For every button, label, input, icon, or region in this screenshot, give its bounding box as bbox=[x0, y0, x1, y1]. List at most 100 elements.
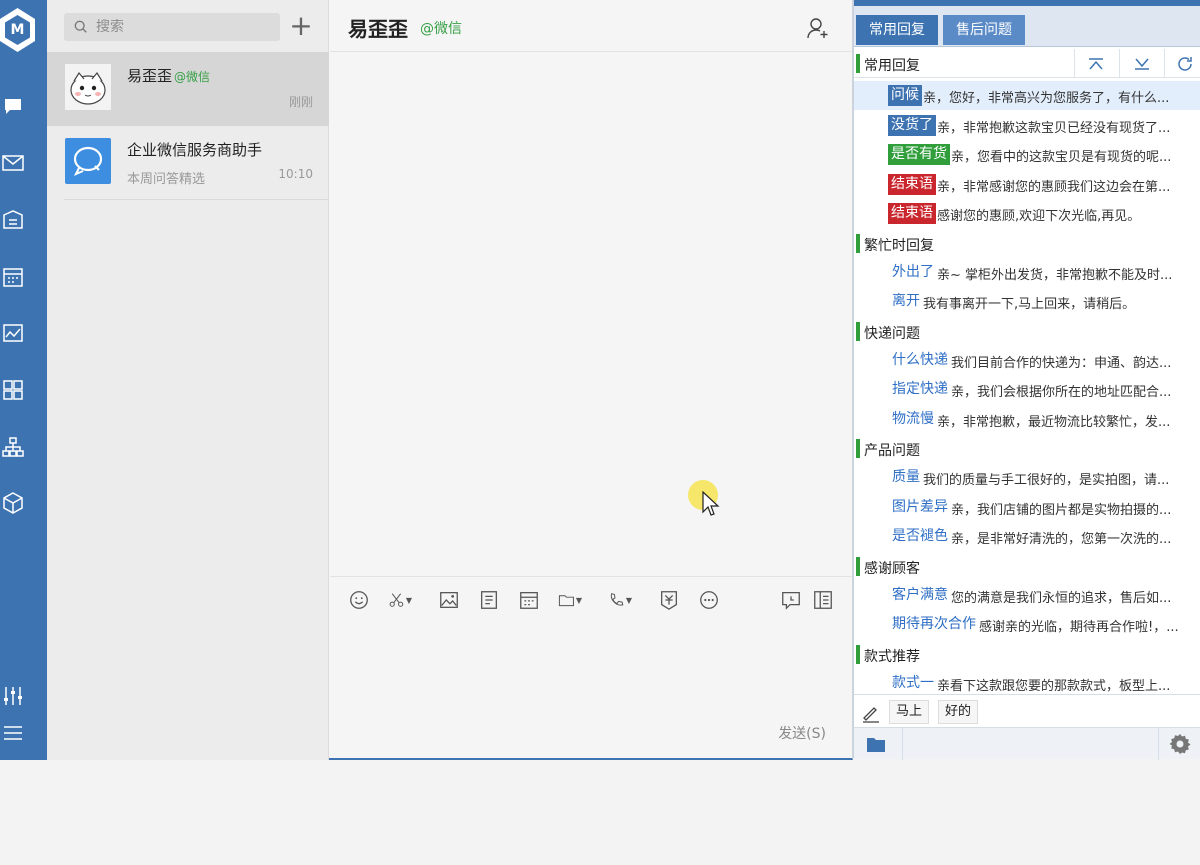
tab-after-sales[interactable]: 售后问题 bbox=[943, 15, 1025, 45]
reply-keyword: 款式一 bbox=[892, 674, 934, 691]
file-icon[interactable] bbox=[478, 588, 502, 612]
conversation-item[interactable]: 企业微信服务商助手 本周问答精选 10:10 bbox=[47, 126, 329, 200]
apps-icon[interactable] bbox=[0, 377, 25, 402]
mail-icon[interactable] bbox=[0, 150, 25, 175]
reply-keyword: 外出了 bbox=[892, 263, 934, 280]
reply-text: 亲，我们会根据你所在的地址匹配合... bbox=[951, 385, 1172, 400]
quick-reply-toolbar bbox=[854, 727, 1200, 760]
send-button[interactable]: 发送(S) bbox=[778, 723, 826, 743]
chat-header: 易歪歪 @微信 bbox=[330, 0, 852, 52]
conversation-time: 10:10 bbox=[278, 167, 313, 181]
image-icon[interactable] bbox=[438, 588, 462, 612]
group-marker bbox=[856, 54, 860, 73]
reply-item[interactable]: 物流慢 亲，非常抱歉，最近物流比较繁忙，发... bbox=[854, 405, 1200, 434]
reply-text: 亲，非常抱歉，最近物流比较繁忙，发... bbox=[937, 414, 1171, 430]
sliders-icon[interactable] bbox=[0, 683, 25, 708]
reply-item[interactable]: 是否有货 亲，您看中的这款宝贝是有现货的呢... bbox=[854, 140, 1200, 169]
cube-icon[interactable] bbox=[0, 490, 25, 515]
search-box[interactable] bbox=[64, 13, 280, 41]
group-label: 感谢顾客 bbox=[864, 560, 920, 577]
reply-group-header[interactable]: 常用回复 bbox=[854, 49, 1200, 78]
search-input[interactable] bbox=[96, 19, 256, 35]
message-history-icon[interactable] bbox=[780, 588, 804, 612]
chat-title-tag: @微信 bbox=[420, 21, 462, 37]
group-label: 款式推荐 bbox=[864, 648, 920, 665]
nav-rail: M bbox=[0, 0, 47, 760]
gear-icon[interactable] bbox=[1168, 732, 1192, 756]
report-icon[interactable] bbox=[0, 320, 25, 345]
app-window: M 搜索 + 易歪歪 @微信 刚刚 企业微信服务商助手 本周问答精选 10:10… bbox=[0, 0, 853, 760]
conversation-name: 企业微信服务商助手 bbox=[127, 141, 263, 159]
edit-icon[interactable] bbox=[861, 703, 881, 723]
chat-icon[interactable] bbox=[0, 93, 25, 118]
reply-text: 我们目前合作的快递为：申通、韵达... bbox=[951, 355, 1172, 371]
reply-keyword: 是否有货 bbox=[888, 144, 950, 165]
folder-icon[interactable]: ▼ bbox=[558, 588, 582, 612]
reply-group-header[interactable]: 繁忙时回复 bbox=[854, 229, 1200, 258]
avatar bbox=[65, 64, 111, 110]
quick-reply-header: 常用回复 售后问题 bbox=[854, 0, 1200, 47]
reply-keyword: 结束语 bbox=[888, 203, 936, 224]
reply-group-header[interactable]: 快递问题 bbox=[854, 317, 1200, 346]
reply-group-header[interactable]: 感谢顾客 bbox=[854, 552, 1200, 581]
reply-item[interactable]: 结束语 感谢您的惠顾,欢迎下次光临,再见。 bbox=[854, 199, 1200, 228]
reply-group-header[interactable]: 款式推荐 bbox=[854, 640, 1200, 669]
calendar-icon[interactable] bbox=[0, 264, 25, 289]
red-packet-icon[interactable] bbox=[658, 588, 682, 612]
reply-keyword: 问候 bbox=[888, 85, 922, 106]
reply-text: 您的满意是我们永恒的追求，售后如... bbox=[951, 590, 1172, 606]
reply-item[interactable]: 质量 我们的质量与手工很好的，是实拍图，请... bbox=[854, 463, 1200, 492]
app-logo: M bbox=[0, 8, 35, 52]
reply-text: 感谢您的惠顾,欢迎下次光临,再见。 bbox=[937, 209, 1141, 224]
quick-phrase-button[interactable]: 好的 bbox=[938, 700, 979, 724]
add-conversation-button[interactable]: + bbox=[287, 12, 315, 41]
reply-item[interactable]: 指定快递 亲，我们会根据你所在的地址匹配合... bbox=[854, 375, 1200, 404]
reply-item[interactable]: 图片差异 亲，我们店铺的图片都是实物拍摄的... bbox=[854, 493, 1200, 522]
phone-icon[interactable]: ▼ bbox=[608, 588, 632, 612]
quick-phrase-button[interactable]: 马上 bbox=[889, 700, 930, 724]
refresh-icon[interactable] bbox=[1174, 53, 1196, 75]
menu-icon[interactable] bbox=[0, 720, 25, 745]
reply-text: 亲，非常抱歉这款宝贝已经没有现货了... bbox=[937, 120, 1171, 136]
reply-keyword: 是否褪色 bbox=[892, 528, 948, 544]
sidebar-toggle-icon[interactable] bbox=[812, 588, 836, 612]
add-member-icon[interactable] bbox=[806, 16, 830, 40]
document-icon[interactable] bbox=[0, 207, 25, 232]
conversation-time: 刚刚 bbox=[288, 95, 313, 109]
screenshot-icon[interactable]: ▼ bbox=[388, 588, 412, 612]
group-marker bbox=[856, 439, 860, 458]
group-label: 快递问题 bbox=[864, 325, 920, 342]
reply-keyword: 没货了 bbox=[888, 114, 936, 136]
reply-text: 亲~ 掌柜外出发货，非常抱歉不能及时... bbox=[937, 267, 1173, 283]
reply-group-header[interactable]: 产品问题 bbox=[854, 434, 1200, 463]
reply-item[interactable]: 问候 亲，您好，非常高兴为您服务了，有什么... bbox=[854, 81, 1200, 110]
emoji-icon[interactable] bbox=[348, 588, 372, 612]
org-chart-icon[interactable] bbox=[0, 434, 25, 459]
reply-item[interactable]: 外出了 亲~ 掌柜外出发货，非常抱歉不能及时... bbox=[854, 258, 1200, 287]
calendar-icon[interactable] bbox=[518, 588, 542, 612]
group-marker bbox=[856, 321, 860, 341]
reply-item[interactable]: 没货了 亲，非常抱歉这款宝贝已经没有现货了... bbox=[854, 111, 1200, 140]
reply-item[interactable]: 结束语 亲，非常感谢您的惠顾我们这边会在第... bbox=[854, 170, 1200, 199]
reply-item[interactable]: 什么快递 我们目前合作的快递为：申通、韵达... bbox=[854, 346, 1200, 375]
search-icon bbox=[74, 20, 87, 33]
reply-text: 亲，非常感谢您的惠顾我们这边会在第... bbox=[937, 179, 1171, 195]
collapse-top-icon[interactable] bbox=[1085, 53, 1107, 75]
folder-icon[interactable] bbox=[866, 735, 886, 753]
reply-text: 感谢亲的光临，期待再合作啦!，... bbox=[979, 620, 1179, 635]
more-icon[interactable] bbox=[698, 588, 722, 612]
reply-item[interactable]: 离开 我有事离开一下,马上回来，请稍后。 bbox=[854, 287, 1200, 316]
tab-common-replies[interactable]: 常用回复 bbox=[856, 15, 938, 45]
reply-item[interactable]: 是否褪色 亲，是非常好清洗的，您第一次洗的... bbox=[854, 522, 1200, 551]
reply-keyword: 质量 bbox=[892, 469, 920, 485]
reply-item[interactable]: 客户满意 您的满意是我们永恒的追求，售后如... bbox=[854, 581, 1200, 610]
reply-keyword: 期待再次合作 bbox=[892, 616, 976, 632]
conversation-item[interactable]: 易歪歪 @微信 刚刚 bbox=[47, 52, 329, 126]
reply-text: 亲，我们店铺的图片都是实物拍摄的... bbox=[951, 502, 1172, 518]
reply-item[interactable]: 期待再次合作 感谢亲的光临，期待再合作啦!，... bbox=[854, 610, 1200, 639]
quick-reply-panel: 常用回复 售后问题 常用回复 问候 亲，您好，非常高兴为您服务了，有什么... 没货了… bbox=[853, 0, 1200, 760]
group-marker bbox=[856, 644, 860, 664]
expand-bottom-icon[interactable] bbox=[1131, 53, 1153, 75]
reply-text: 我们的质量与手工很好的，是实拍图，请... bbox=[923, 473, 1170, 488]
reply-text: 亲，您看中的这款宝贝是有现货的呢... bbox=[951, 150, 1172, 165]
